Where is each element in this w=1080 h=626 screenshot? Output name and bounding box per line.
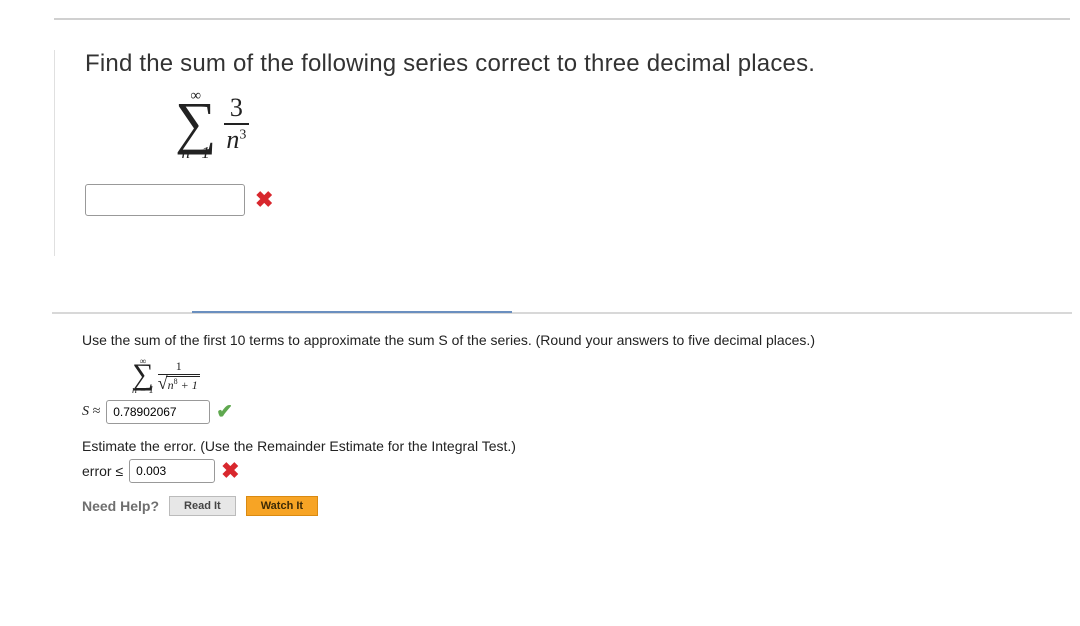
q1-answer-input[interactable] (85, 184, 245, 216)
bottom-fade (0, 516, 1080, 626)
top-divider (54, 18, 1070, 20)
read-it-button[interactable]: Read It (169, 496, 236, 516)
q1-answer-row: ✖ (85, 184, 1048, 216)
fraction-denominator: n3 (220, 125, 252, 155)
q1-formula: ∞ ∑ n=1 3 n3 (175, 84, 1048, 164)
square-root: √ n8 + 1 (158, 376, 200, 393)
need-help-label: Need Help? (82, 498, 159, 514)
sigma-symbol: ∞ ∑ n=1 (175, 84, 216, 164)
question-1: Find the sum of the following series cor… (54, 50, 1048, 256)
wrong-icon: ✖ (255, 187, 273, 213)
fraction: 3 n3 (220, 93, 252, 155)
divider-blue (192, 311, 512, 313)
estimate-error-prompt: Estimate the error. (Use the Remainder E… (82, 438, 1060, 454)
sigma-symbol-2: ∞ ∑ n = 1 (132, 354, 154, 397)
error-row: error ≤ ✖ (82, 458, 1060, 484)
q2-formula: ∞ ∑ n = 1 1 √ n8 + 1 (132, 354, 1060, 397)
s-approx-row: S ≈ ✔ (82, 399, 1060, 424)
section-divider (52, 312, 1072, 314)
s-label: S ≈ (82, 404, 100, 420)
sigma-glyph: ∑ (175, 100, 216, 146)
correct-icon: ✔ (216, 399, 233, 424)
fraction2-denominator: √ n8 + 1 (158, 375, 200, 393)
error-label: error ≤ (82, 463, 123, 479)
watch-it-button[interactable]: Watch It (246, 496, 318, 516)
denominator-base: n (226, 125, 239, 154)
radicand-rest: + 1 (178, 378, 198, 392)
page-root: Find the sum of the following series cor… (0, 0, 1080, 626)
question-2: Use the sum of the first 10 terms to app… (82, 332, 1060, 516)
error-value-input[interactable] (129, 459, 215, 483)
help-row: Need Help? Read It Watch It (82, 496, 1060, 516)
s-value-input[interactable] (106, 400, 210, 424)
wrong-icon-2: ✖ (221, 458, 239, 484)
fraction-numerator: 3 (224, 93, 249, 125)
sigma2-glyph: ∑ (132, 363, 154, 387)
q2-prompt: Use the sum of the first 10 terms to app… (82, 332, 1060, 348)
sigma-upper-bound: ∞ (190, 88, 201, 104)
sigma2-upper: ∞ (132, 357, 154, 366)
denominator-exponent: 3 (239, 127, 246, 142)
sigma2-lower: n = 1 (132, 386, 154, 396)
fraction-2: 1 √ n8 + 1 (158, 359, 200, 393)
q1-prompt: Find the sum of the following series cor… (85, 50, 1048, 78)
sigma-lower-bound: n=1 (181, 143, 209, 162)
radicand: n8 + 1 (166, 376, 200, 393)
